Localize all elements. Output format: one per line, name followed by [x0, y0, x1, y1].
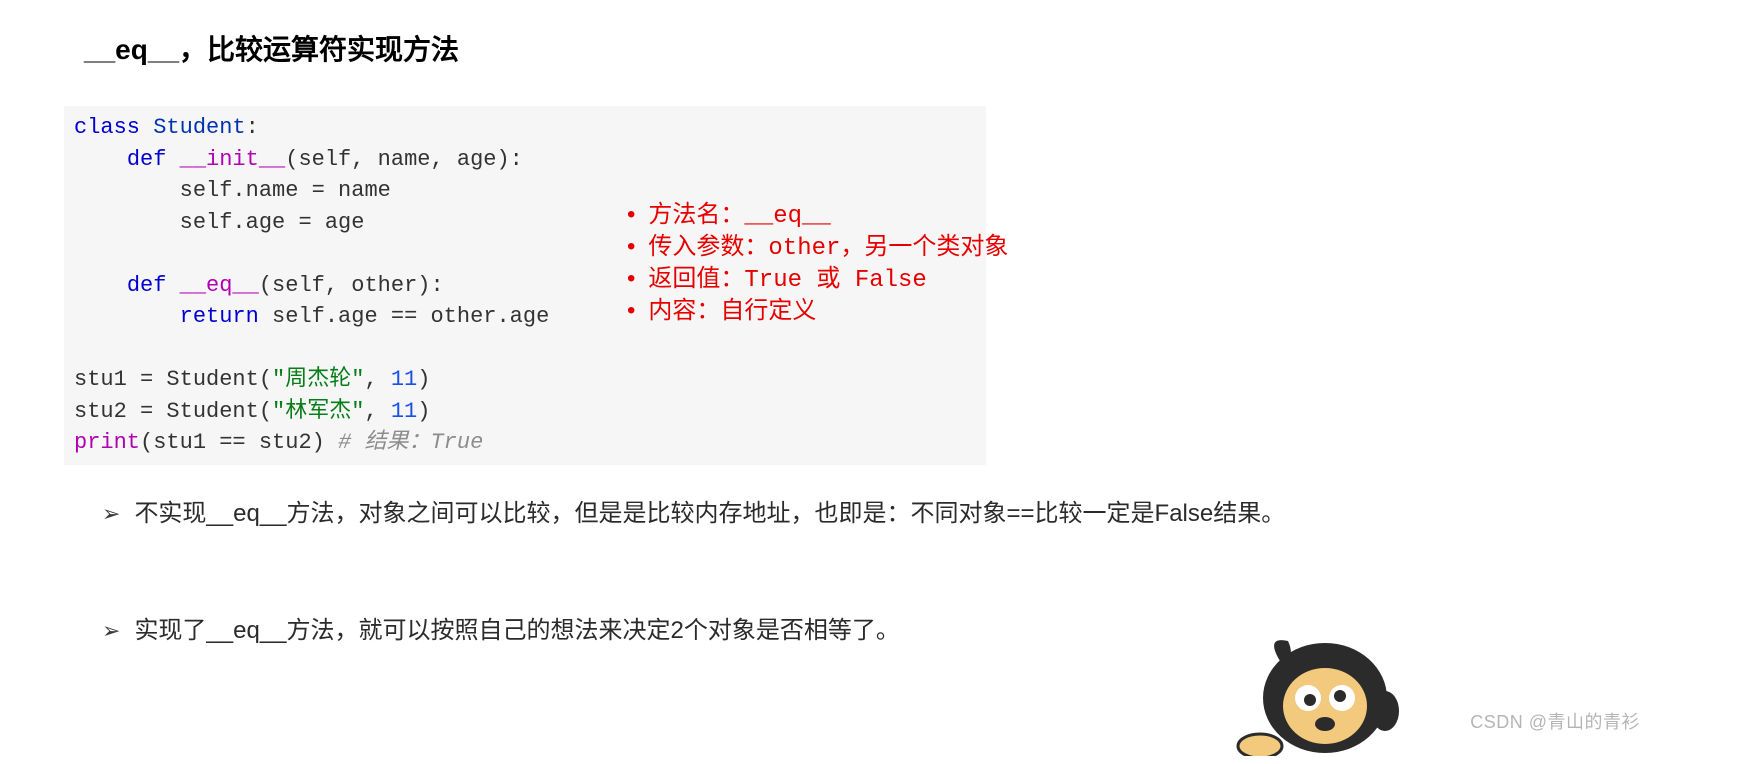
bullet-1-text: 方法名：__eq__ — [648, 201, 830, 233]
indent — [74, 304, 180, 329]
kw-def: def — [127, 147, 167, 172]
bullet-dot-icon: • — [624, 265, 638, 297]
print-args: (stu1 == stu2) — [140, 430, 338, 455]
stu2-c: ) — [417, 399, 430, 424]
stu1-str: "周杰轮" — [272, 367, 364, 392]
note-2-text: 实现了__eq__方法，就可以按照自己的想法来决定2个对象是否相等了。 — [134, 610, 899, 645]
note-1: ➢ 不实现__eq__方法，对象之间可以比较，但是是比较内存地址，也即是：不同对… — [102, 493, 1700, 528]
watermark-text: CSDN @青山的青衫 — [1470, 708, 1640, 734]
comment: # 结果：True — [338, 430, 483, 455]
bullet-4-text: 内容：自行定义 — [648, 297, 816, 329]
stmt-name-assign: self.name = name — [180, 178, 391, 203]
red-bullet-list: • 方法名：__eq__ • 传入参数：other，另一个类对象 • 返回值：True… — [624, 201, 1008, 329]
indent — [74, 210, 180, 235]
notes: ➢ 不实现__eq__方法，对象之间可以比较，但是是比较内存地址，也即是：不同对… — [84, 493, 1700, 645]
fn-init: __init__ — [180, 147, 286, 172]
bullet-dot-icon: • — [624, 297, 638, 329]
bullet-2-text: 传入参数：other，另一个类对象 — [648, 233, 1008, 265]
bullet-3: • 返回值：True 或 False — [624, 265, 1008, 297]
init-sig: (self, name, age): — [285, 147, 523, 172]
stu2-a: stu2 = Student( — [74, 399, 272, 424]
stu1-b: , — [364, 367, 390, 392]
kw-return: return — [180, 304, 259, 329]
indent — [74, 178, 180, 203]
bullet-2: • 传入参数：other，另一个类对象 — [624, 233, 1008, 265]
bullet-dot-icon: • — [624, 201, 638, 233]
kw-def: def — [127, 273, 167, 298]
stu1-a: stu1 = Student( — [74, 367, 272, 392]
note-2: ➢ 实现了__eq__方法，就可以按照自己的想法来决定2个对象是否相等了。 — [102, 610, 1700, 645]
colon: : — [246, 115, 259, 140]
return-expr: self.age == other.age — [259, 304, 549, 329]
stu2-num: 11 — [391, 399, 417, 424]
stu2-b: , — [364, 399, 390, 424]
arrow-icon: ➢ — [102, 618, 120, 644]
indent — [74, 147, 127, 172]
kw-class: class — [74, 115, 140, 140]
code-area: class Student: def __init__(self, name, … — [64, 106, 1700, 465]
class-name: Student — [153, 115, 245, 140]
eq-sig: (self, other): — [259, 273, 444, 298]
stu1-num: 11 — [391, 367, 417, 392]
arrow-icon: ➢ — [102, 501, 120, 527]
mascot-icon — [1230, 606, 1400, 756]
bullet-4: • 内容：自行定义 — [624, 297, 1008, 329]
indent — [74, 273, 127, 298]
fn-eq: __eq__ — [180, 273, 259, 298]
print-fn: print — [74, 430, 140, 455]
stu1-c: ) — [417, 367, 430, 392]
stu2-str: "林军杰" — [272, 399, 364, 424]
bullet-1: • 方法名：__eq__ — [624, 201, 1008, 233]
bullet-dot-icon: • — [624, 233, 638, 265]
stmt-age-assign: self.age = age — [180, 210, 365, 235]
note-1-text: 不实现__eq__方法，对象之间可以比较，但是是比较内存地址，也即是：不同对象=… — [134, 493, 1285, 528]
title: __eq__，比较运算符实现方法 — [84, 28, 1700, 68]
bullet-3-text: 返回值：True 或 False — [648, 265, 926, 297]
